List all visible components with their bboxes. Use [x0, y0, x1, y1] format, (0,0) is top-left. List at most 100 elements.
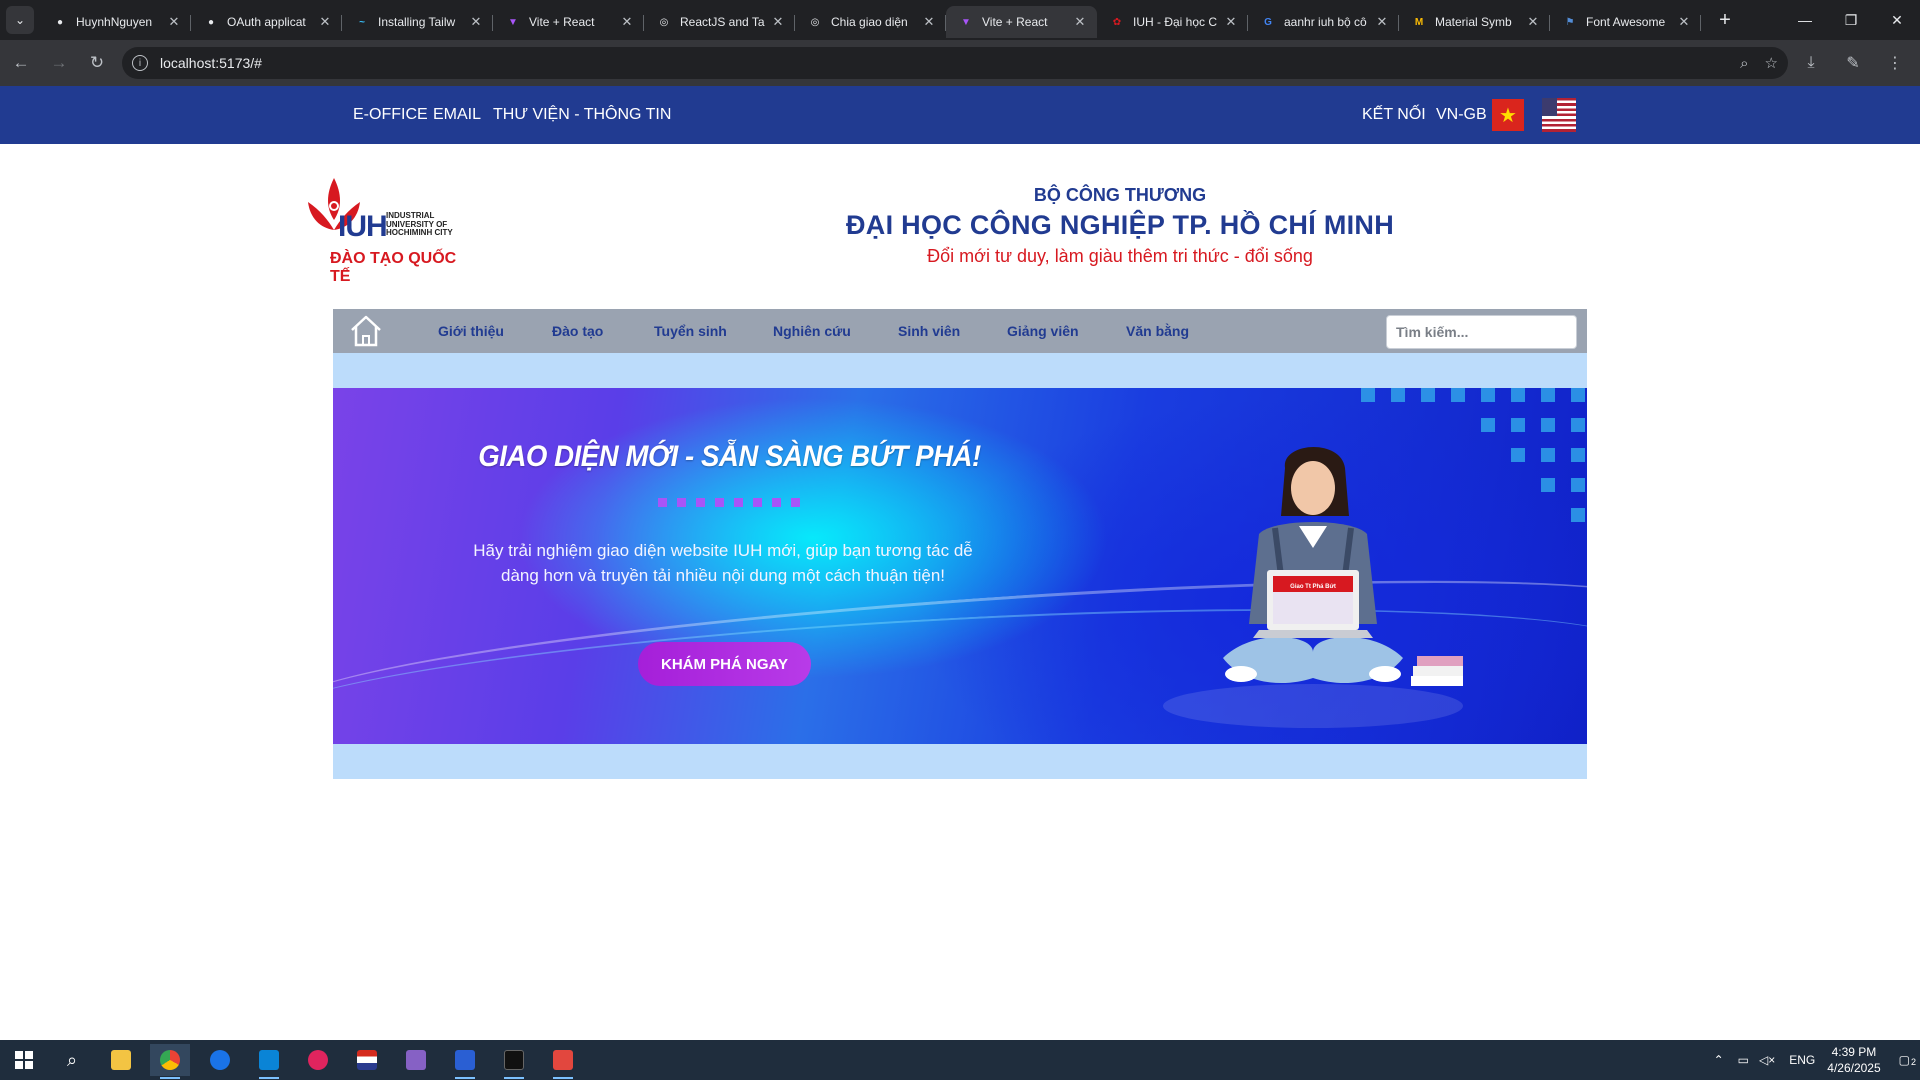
decor-square — [1541, 388, 1555, 402]
app-w-icon[interactable] — [200, 1044, 240, 1076]
windows-start-icon[interactable] — [4, 1044, 44, 1076]
explore-now-button[interactable]: KHÁM PHÁ NGAY — [638, 642, 811, 686]
decor-square — [1511, 418, 1525, 432]
app-flag-icon[interactable] — [347, 1044, 387, 1076]
chrome-icon[interactable] — [150, 1044, 190, 1079]
terminal-icon[interactable] — [494, 1044, 534, 1079]
tab-close-icon[interactable]: ✕ — [467, 14, 485, 30]
tab-title: OAuth applicat — [227, 15, 306, 29]
decor-square — [1361, 388, 1375, 402]
tab-title: ReactJS and Ta — [680, 15, 765, 29]
topbar-lang-label[interactable]: VN-GB — [1436, 86, 1487, 144]
topbar-link-library[interactable]: THƯ VIỆN - THÔNG TIN — [493, 86, 671, 144]
topbar-link-eoffice[interactable]: E-OFFICE — [353, 86, 428, 144]
nav-item-van-bang[interactable]: Văn bằng — [1126, 309, 1189, 353]
powershell-icon[interactable] — [445, 1044, 485, 1079]
vietnam-flag-icon[interactable]: ★ — [1492, 99, 1524, 131]
banner-spacer-bottom — [333, 744, 1587, 779]
tab-close-icon[interactable]: ✕ — [1373, 14, 1391, 30]
tab-favicon-icon: M — [1414, 16, 1424, 28]
visual-studio-icon[interactable] — [396, 1044, 436, 1076]
laptop-screen-text: Giao Tt Phá Bứt — [1290, 584, 1336, 590]
window-controls: — ❐ ✕ — [1782, 0, 1920, 40]
tab-close-icon[interactable]: ✕ — [1675, 14, 1693, 30]
vscode-icon[interactable] — [249, 1044, 289, 1079]
app-red-icon[interactable] — [543, 1044, 583, 1079]
tab-title: IUH - Đại học C — [1133, 15, 1218, 29]
site-info-icon[interactable]: i — [132, 55, 148, 71]
reload-button[interactable]: ↻ — [80, 46, 114, 80]
tab-search-button[interactable]: ⌄ — [6, 6, 34, 34]
nav-item-gioi-thieu[interactable]: Giới thiệu — [438, 309, 504, 353]
browser-tab[interactable]: ▼ Vite + React ✕ — [493, 6, 644, 38]
ministry-label: BỘ CÔNG THƯƠNG — [1033, 185, 1207, 205]
nav-item-sinh-vien[interactable]: Sinh viên — [898, 309, 960, 353]
browser-tab[interactable]: M Material Symb ✕ — [1399, 6, 1550, 38]
nav-item-tuyen-sinh[interactable]: Tuyển sinh — [654, 309, 727, 353]
home-icon[interactable] — [349, 314, 383, 348]
windows-taskbar: ⌕ ⌃ ▭ ◁× ENG 4:39 PM 4/26/2025 ▢ 2 — [0, 1040, 1920, 1080]
forward-button[interactable]: → — [42, 46, 76, 80]
zoom-icon[interactable]: ⌕ — [1740, 55, 1748, 72]
new-tab-button[interactable]: + — [1711, 9, 1739, 32]
nav-item-nghien-cuu[interactable]: Nghiên cứu — [773, 309, 851, 353]
tab-close-icon[interactable]: ✕ — [769, 14, 787, 30]
extension-icon[interactable]: ✎ — [1836, 46, 1870, 80]
browser-tab[interactable]: ● OAuth applicat ✕ — [191, 6, 342, 38]
network-icon[interactable]: ▭ — [1738, 1053, 1749, 1067]
clock[interactable]: 4:39 PM 4/26/2025 — [1827, 1044, 1880, 1076]
browser-tab[interactable]: Gaanhr iuh bộ cô ✕ — [1248, 6, 1399, 38]
tab-close-icon[interactable]: ✕ — [165, 14, 183, 30]
minimize-icon[interactable]: — — [1782, 0, 1828, 40]
tab-close-icon[interactable]: ✕ — [618, 14, 636, 30]
nav-item-giang-vien[interactable]: Giảng viên — [1007, 309, 1079, 353]
bookmark-star-icon[interactable]: ☆ — [1765, 54, 1778, 72]
notification-center-icon[interactable]: ▢ 2 — [1899, 1053, 1916, 1067]
browser-tab[interactable]: ▼ Vite + React ✕ — [946, 6, 1097, 38]
decor-square — [1541, 478, 1555, 492]
search-input[interactable] — [1386, 315, 1577, 349]
hero-dots-decoration — [658, 498, 800, 507]
decor-square — [1391, 388, 1405, 402]
tab-favicon-icon: ▼ — [508, 16, 518, 28]
browser-tab[interactable]: ✿ IUH - Đại học C ✕ — [1097, 6, 1248, 38]
input-language[interactable]: ENG — [1789, 1053, 1815, 1067]
address-bar[interactable]: i localhost:5173/# ⌕ ☆ — [122, 47, 1788, 79]
browser-tab[interactable]: ● HuynhNguyen ✕ — [40, 6, 191, 38]
tab-strip: ● HuynhNguyen ✕ ● OAuth applicat ✕ ~ Installing… — [40, 0, 1701, 40]
browser-tab[interactable]: ◎ ReactJS and Ta ✕ — [644, 6, 795, 38]
browser-tab[interactable]: ⚑ Font Awesome ✕ — [1550, 6, 1701, 38]
decor-square — [1451, 388, 1465, 402]
file-explorer-icon[interactable] — [101, 1044, 141, 1076]
search-icon[interactable]: ⌕ — [52, 1044, 92, 1076]
tray-expand-icon[interactable]: ⌃ — [1714, 1053, 1724, 1067]
tab-title: HuynhNguyen — [76, 15, 153, 29]
app-oo-icon[interactable] — [298, 1044, 338, 1076]
main-navigation: Giới thiệu Đào tạo Tuyển sinh Nghiên cứu… — [333, 309, 1587, 353]
tab-close-icon[interactable]: ✕ — [920, 14, 938, 30]
topbar-link-email[interactable]: EMAIL — [433, 86, 481, 144]
us-flag-icon[interactable] — [1542, 98, 1576, 132]
restore-icon[interactable]: ❐ — [1828, 0, 1874, 40]
tab-favicon-icon: ◎ — [659, 16, 669, 28]
tab-favicon-icon: ● — [207, 16, 215, 28]
download-icon[interactable]: ⤓ — [1794, 46, 1828, 80]
student-with-laptop-illustration: Giao Tt Phá Bứt — [1163, 446, 1463, 728]
tab-close-icon[interactable]: ✕ — [1524, 14, 1542, 30]
decor-square — [1541, 418, 1555, 432]
decor-square — [1541, 448, 1555, 462]
close-window-icon[interactable]: ✕ — [1874, 0, 1920, 40]
menu-kebab-icon[interactable]: ⋮ — [1878, 46, 1912, 80]
tab-close-icon[interactable]: ✕ — [316, 14, 334, 30]
volume-muted-icon[interactable]: ◁× — [1759, 1053, 1775, 1067]
decor-square — [1481, 418, 1495, 432]
browser-tab[interactable]: ◎ Chia giao diện ✕ — [795, 6, 946, 38]
tab-close-icon[interactable]: ✕ — [1071, 14, 1089, 30]
browser-tab[interactable]: ~ Installing Tailw ✕ — [342, 6, 493, 38]
decor-square — [1511, 448, 1525, 462]
tab-close-icon[interactable]: ✕ — [1222, 14, 1240, 30]
decor-square — [1481, 388, 1495, 402]
nav-item-dao-tao[interactable]: Đào tạo — [552, 309, 603, 353]
back-button[interactable]: ← — [4, 46, 38, 80]
topbar-link-connect[interactable]: KẾT NỐI — [1362, 86, 1426, 144]
